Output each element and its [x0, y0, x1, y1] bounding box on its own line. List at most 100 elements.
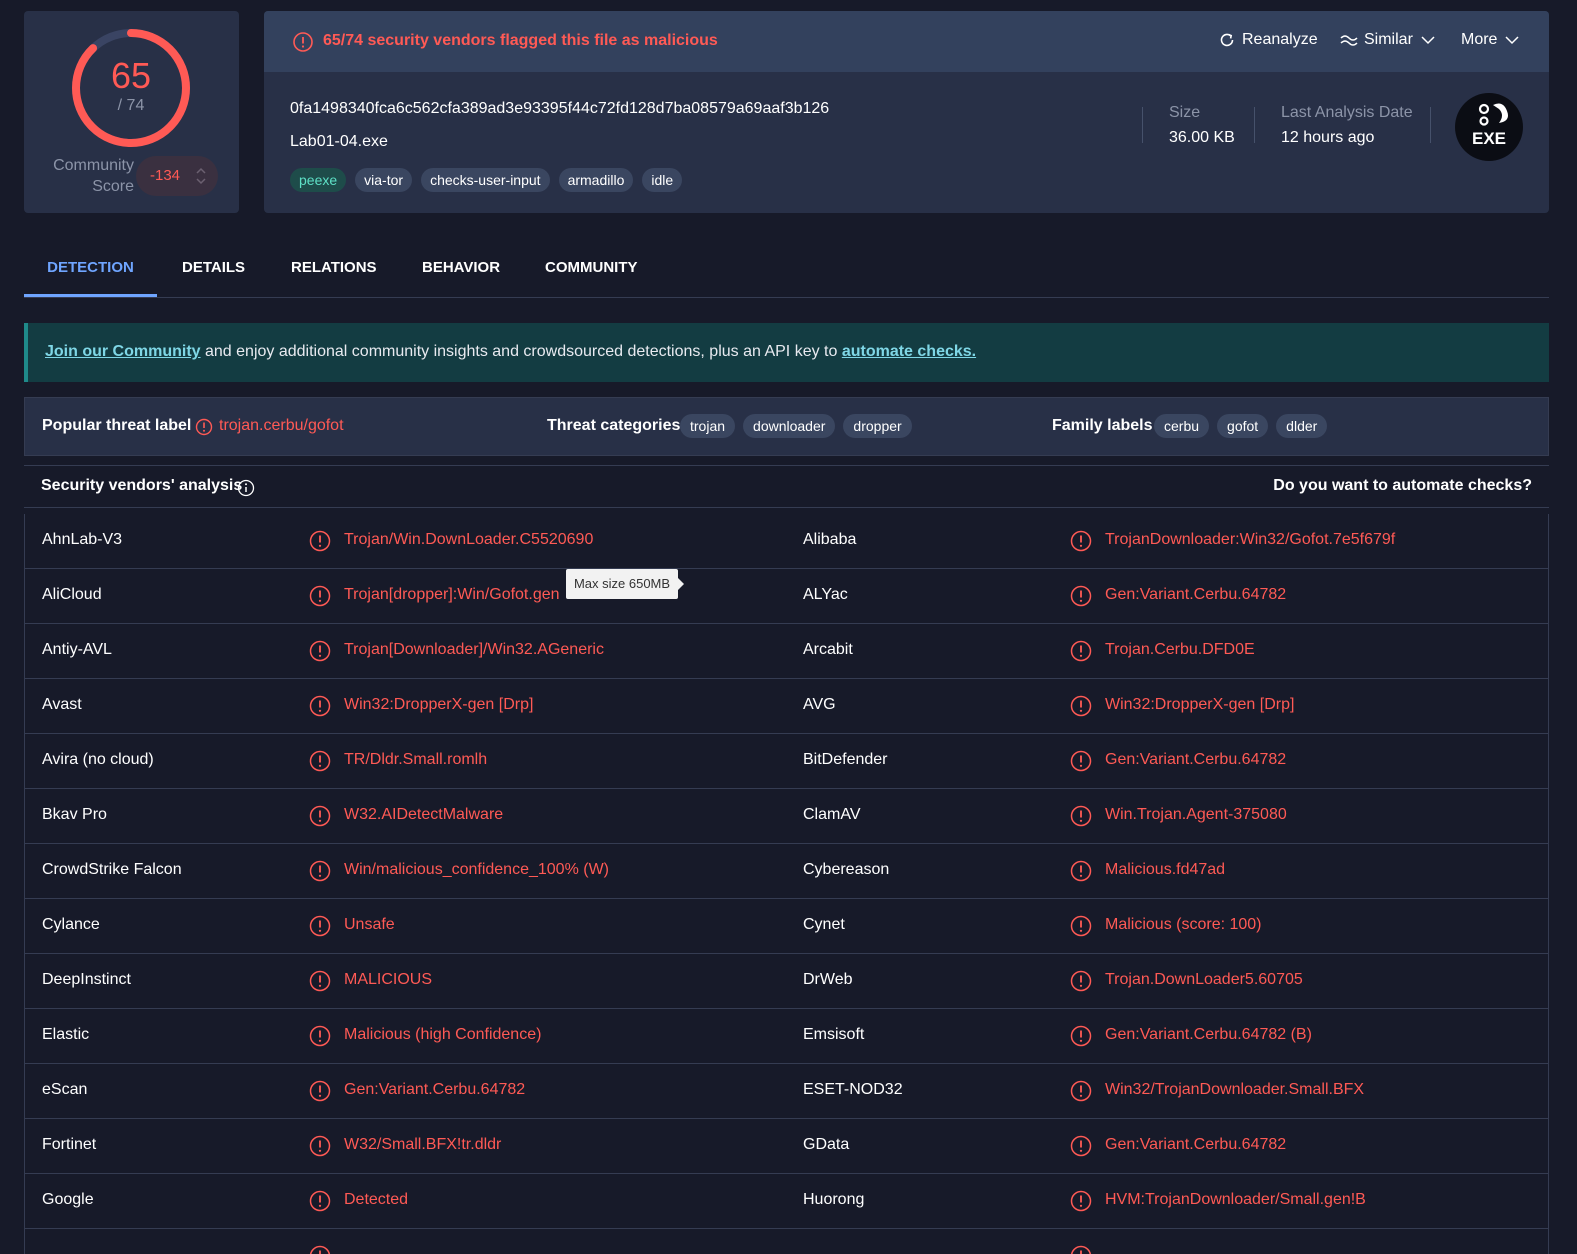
- family-labels: cerbu gofot dlder: [1154, 414, 1328, 438]
- detection-result: Win.Trojan.Agent-375080: [1105, 806, 1287, 823]
- vendor-name: ALYac: [803, 586, 848, 603]
- vendor-name: ESET-NOD32: [803, 1081, 903, 1098]
- vendor-results-table: AhnLab-V3 Trojan/Win.DownLoader.C5520690 A…: [24, 514, 1549, 1254]
- vendor-total: / 74: [117, 97, 145, 114]
- alert-circle-icon: [1070, 585, 1092, 607]
- detection-result: W32/Small.BFX!tr.dldr: [344, 1136, 502, 1153]
- alert-circle-icon: [309, 915, 331, 937]
- family-label-pill[interactable]: gofot: [1217, 414, 1269, 438]
- detection-result: Unsafe: [344, 916, 395, 933]
- alert-circle-icon: [309, 970, 331, 992]
- last-analysis-label: Last Analysis Date: [1281, 104, 1413, 121]
- table-row: CrowdStrike Falcon Win/malicious_confiden…: [25, 844, 1548, 899]
- alert-circle-icon: [1070, 1025, 1092, 1047]
- alert-text: 65/74 security vendors flagged this file…: [323, 32, 718, 49]
- threat-category-pill[interactable]: dropper: [843, 414, 912, 438]
- vendor-name: Fortinet: [42, 1136, 97, 1153]
- more-label: More: [1461, 31, 1498, 48]
- vendor-name: AVG: [803, 696, 836, 713]
- alert-circle-icon: [293, 32, 313, 52]
- detection-result: Gen:Variant.Cerbu.64782 (B): [1105, 1026, 1312, 1043]
- vendor-name: Huorong: [803, 1191, 865, 1208]
- alert-circle-icon: [309, 640, 331, 662]
- detection-result: Win32:DropperX-gen [Drp]: [344, 696, 534, 713]
- alert-circle-icon: [1070, 695, 1092, 717]
- divider: [1430, 107, 1431, 143]
- tab-detection[interactable]: DETECTION: [24, 246, 157, 297]
- file-hash[interactable]: 0fa1498340fca6c562cfa389ad3e93395f44c72f…: [290, 100, 829, 118]
- main-tabs: DETECTION DETAILS RELATIONS BEHAVIOR COM…: [24, 246, 1549, 298]
- vendor-name: BitDefender: [803, 751, 888, 768]
- detection-result: W32.AIDetectMalware: [344, 806, 504, 823]
- similar-dropdown[interactable]: Similar: [1340, 31, 1437, 49]
- detection-result: TR/Dldr.Small.romlh: [344, 751, 488, 768]
- table-row: Antiy-AVL Trojan[Downloader]/Win32.AGener…: [25, 624, 1548, 679]
- automate-checks-prompt[interactable]: Do you want to automate checks?: [1273, 477, 1532, 495]
- chevron-down-icon: [1505, 36, 1519, 45]
- detection-result: Gen:Variant.Cerbu.64782: [344, 1081, 526, 1098]
- community-score-card: 65 / 74 Community Score -134: [24, 11, 239, 213]
- popular-threat-value[interactable]: trojan.cerbu/gofot: [219, 417, 344, 435]
- tab-relations[interactable]: RELATIONS: [291, 246, 377, 297]
- alert-circle-icon: [309, 1080, 331, 1102]
- detection-result: HVM:TrojanDownloader/Small.gen!B: [1105, 1191, 1366, 1208]
- table-row: Avira (no cloud) TR/Dldr.Small.romlh BitDe…: [25, 734, 1548, 789]
- vendor-name: Avira (no cloud): [42, 751, 154, 768]
- file-tag[interactable]: checks-user-input: [421, 168, 550, 192]
- vendor-name: Cynet: [803, 916, 845, 933]
- tab-community[interactable]: COMMUNITY: [545, 246, 638, 297]
- last-analysis-date: 12 hours ago: [1281, 129, 1375, 146]
- similar-label: Similar: [1364, 31, 1413, 48]
- file-tags: peexe via-tor checks-user-input armadill…: [290, 168, 683, 192]
- alert-circle-icon: [1070, 640, 1092, 662]
- community-banner: Join our Community and enjoy additional …: [24, 323, 1549, 382]
- vendors-analysis-header: Security vendors' analysis Do you want t…: [24, 465, 1549, 508]
- detection-result: Trojan/Win.DownLoader.C5520690: [344, 531, 594, 548]
- info-icon[interactable]: [237, 479, 255, 497]
- vendor-name: Elastic: [42, 1026, 90, 1043]
- tab-details[interactable]: DETAILS: [182, 246, 245, 297]
- more-dropdown[interactable]: More: [1461, 31, 1521, 49]
- file-tag[interactable]: via-tor: [355, 168, 413, 192]
- alert-circle-icon: [1070, 1245, 1092, 1254]
- alert-circle-icon: [1070, 970, 1092, 992]
- vendor-name: Avast: [42, 696, 82, 713]
- tab-behavior[interactable]: BEHAVIOR: [422, 246, 500, 297]
- file-tag[interactable]: idle: [642, 168, 683, 192]
- chevron-down-icon: [1421, 36, 1435, 45]
- family-label-pill[interactable]: cerbu: [1154, 414, 1210, 438]
- table-row: Cylance Unsafe Cynet Malicious (score: 100): [25, 899, 1548, 954]
- file-tag[interactable]: armadillo: [558, 168, 634, 192]
- detection-result: Trojan.DownLoader5.60705: [1105, 971, 1303, 988]
- malicious-alert-bar: 65/74 security vendors flagged this file…: [264, 11, 1549, 72]
- alert-circle-icon: [1070, 1135, 1092, 1157]
- threat-category-pill[interactable]: trojan: [680, 414, 736, 438]
- reanalyze-button[interactable]: Reanalyze: [1218, 31, 1318, 49]
- community-vote-control[interactable]: -134: [136, 156, 218, 196]
- size-label: Size: [1169, 104, 1201, 121]
- vote-arrows-icon[interactable]: [196, 164, 206, 188]
- join-community-link[interactable]: Join our Community: [45, 343, 201, 360]
- alert-circle-icon: [309, 805, 331, 827]
- file-name: Lab01-04.exe: [290, 133, 388, 150]
- alert-circle-icon: [309, 1190, 331, 1212]
- detection-result: Trojan.Cerbu.DFD0E: [1105, 641, 1255, 658]
- table-row: Google Detected Huorong HVM:TrojanDownloade…: [25, 1174, 1548, 1229]
- detection-result: Detected: [344, 1191, 409, 1208]
- table-row: DeepInstinct MALICIOUS DrWeb Trojan.DownLoa…: [25, 954, 1548, 1009]
- detection-result: Gen:Variant.Cerbu.64782: [1105, 1136, 1287, 1153]
- vendor-name: ClamAV: [803, 806, 861, 823]
- table-row: [25, 1229, 1548, 1254]
- detection-result: Win/malicious_confidence_100% (W): [344, 861, 609, 878]
- threat-category-pill[interactable]: downloader: [743, 414, 836, 438]
- family-label-pill[interactable]: dlder: [1276, 414, 1328, 438]
- vendor-name: GData: [803, 1136, 850, 1153]
- detection-result: TrojanDownloader:Win32/Gofot.7e5f679f: [1105, 531, 1396, 548]
- file-tag[interactable]: peexe: [290, 168, 347, 192]
- table-row: Bkav Pro W32.AIDetectMalware ClamAV Win.Tro…: [25, 789, 1548, 844]
- alert-circle-icon: [309, 1245, 331, 1254]
- automate-checks-link[interactable]: automate checks.: [842, 343, 976, 360]
- threat-categories: trojan downloader dropper: [680, 414, 912, 438]
- table-row: Avast Win32:DropperX-gen [Drp] AVG Win32:Dr…: [25, 679, 1548, 734]
- refresh-icon: [1220, 33, 1234, 47]
